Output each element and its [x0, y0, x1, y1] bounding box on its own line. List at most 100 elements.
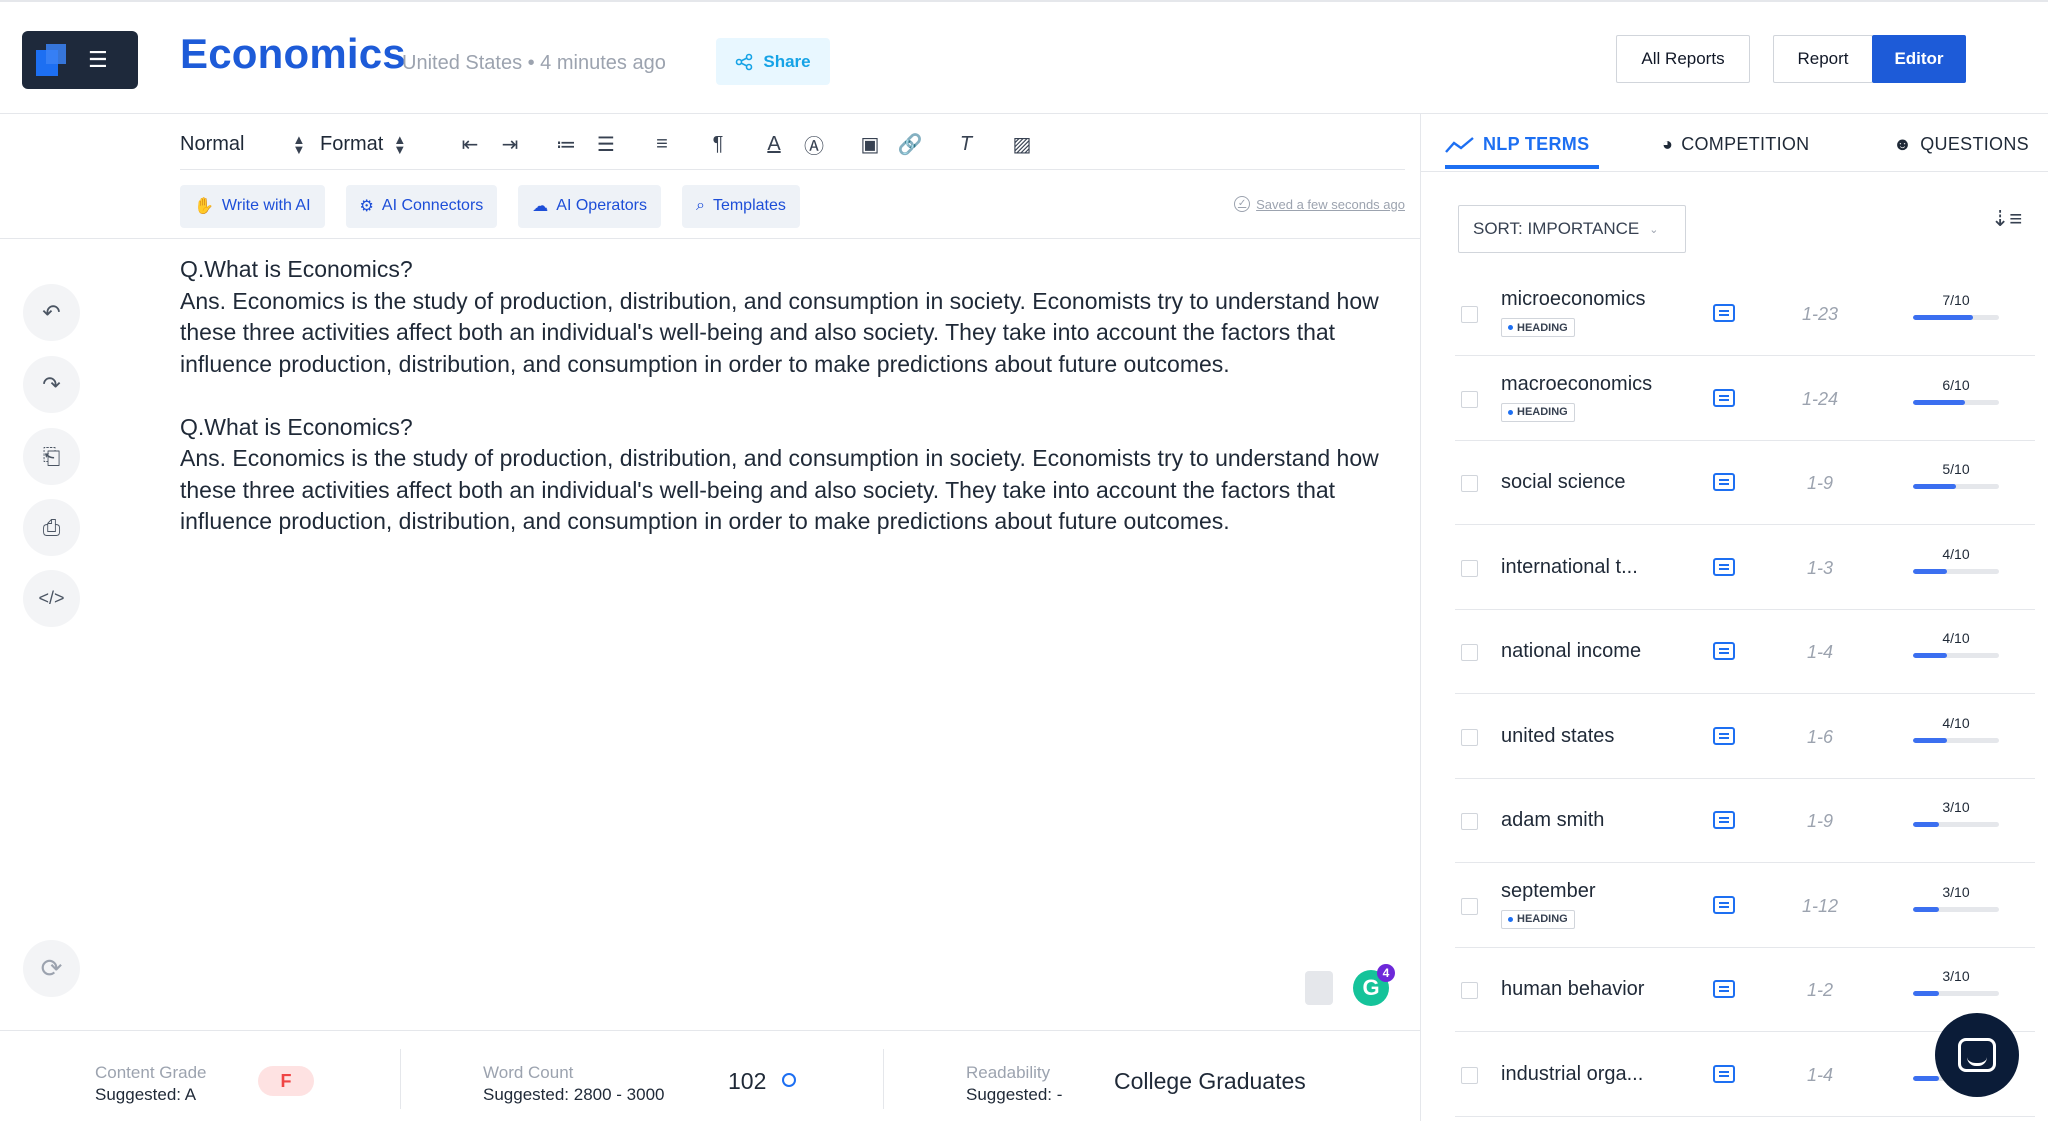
grammarly-icon[interactable]: G 4 — [1353, 964, 1395, 1006]
metrics-bar: Content Grade Suggested: A F Word Count … — [0, 1030, 1420, 1121]
app-logo-menu[interactable]: ☰ — [22, 31, 138, 89]
code-button[interactable]: </> — [23, 570, 80, 627]
comment-icon[interactable] — [1713, 980, 1735, 998]
saved-status[interactable]: ✓ Saved a few seconds ago — [1234, 196, 1405, 212]
readability-suggested: Suggested: - — [966, 1085, 1063, 1104]
term-score: 3/10 — [1942, 883, 1970, 900]
term-checkbox[interactable] — [1461, 644, 1478, 661]
term-checkbox[interactable] — [1461, 475, 1478, 492]
templates-button[interactable]: ⌕ Templates — [681, 184, 800, 228]
term-score-fill — [1913, 484, 1956, 489]
comment-icon[interactable] — [1713, 895, 1735, 914]
term-row[interactable]: united states 1-6 4/10 — [1455, 695, 2035, 779]
redo-button[interactable]: ↷ — [23, 356, 80, 413]
report-button[interactable]: Report — [1773, 35, 1873, 83]
bullet-list-icon[interactable]: ☰ — [586, 132, 626, 157]
video-icon[interactable]: ▣ — [850, 132, 890, 157]
export-button[interactable]: ⎗ — [23, 428, 80, 485]
readability-label: Readability — [966, 1063, 1051, 1082]
term-range: 1-9 — [1806, 473, 1833, 493]
sort-dropdown[interactable]: SORT: IMPORTANCE ⌄ — [1458, 205, 1686, 253]
head-question-icon: ☻ — [1893, 134, 1913, 154]
term-score: 5/10 — [1942, 461, 1970, 477]
term-row[interactable]: adam smith 1-9 3/10 — [1455, 779, 2035, 863]
term-checkbox[interactable] — [1461, 390, 1478, 408]
term-row[interactable]: microeconomics HEADING 1-23 7/10 — [1455, 272, 2035, 356]
refresh-button[interactable]: ⟳ — [23, 940, 80, 997]
term-checkbox[interactable] — [1461, 897, 1478, 915]
comment-icon[interactable] — [1713, 388, 1735, 407]
term-checkbox[interactable] — [1461, 306, 1478, 323]
word-count-value: 102 — [728, 1068, 767, 1094]
content-paragraph: Ans. Economics is the study of productio… — [180, 287, 1379, 377]
term-heading-tag: HEADING — [1501, 402, 1575, 422]
indent-icon[interactable]: ⇥ — [490, 132, 530, 157]
undo-button[interactable]: ↶ — [23, 284, 80, 341]
term-row[interactable]: september HEADING 1-12 3/10 — [1455, 864, 2035, 948]
shirt-icon[interactable] — [1305, 971, 1333, 1005]
comment-icon[interactable] — [1713, 811, 1735, 829]
term-range: 1-2 — [1806, 980, 1833, 1000]
target-icon[interactable] — [782, 1073, 796, 1087]
tab-competition[interactable]: ◕ COMPETITION — [1662, 134, 1810, 155]
ai-connectors-button[interactable]: ⚙ AI Connectors — [345, 184, 498, 228]
readability-value: College Graduates — [1114, 1068, 1306, 1094]
align-left-icon[interactable]: ≡ — [642, 133, 682, 156]
term-score-fill — [1913, 653, 1948, 658]
term-name: september — [1501, 879, 1596, 902]
block-style-select[interactable]: Normal ▲ ▼ — [180, 133, 320, 156]
tab-questions[interactable]: ☻ QUESTIONS — [1893, 134, 2029, 155]
image-icon[interactable]: ▨ — [1002, 132, 1042, 157]
term-row[interactable]: macroeconomics HEADING 1-24 6/10 — [1455, 357, 2035, 441]
link-icon[interactable]: 🔗 — [890, 132, 930, 157]
comment-icon[interactable] — [1713, 1064, 1735, 1083]
paragraph-direction-icon[interactable]: ¶ — [698, 133, 738, 156]
ordered-list-icon[interactable]: ≔ — [546, 132, 586, 157]
term-score: 3/10 — [1942, 968, 1970, 984]
outdent-icon[interactable]: ⇤ — [450, 132, 490, 157]
comment-icon[interactable] — [1713, 557, 1735, 576]
term-score: 4/10 — [1942, 630, 1970, 646]
editor-content[interactable]: Q.What is Economics? Ans. Economics is t… — [180, 254, 1410, 538]
term-name: united states — [1501, 724, 1615, 747]
term-name: macroeconomics — [1501, 372, 1653, 395]
term-range: 1-23 — [1801, 304, 1839, 324]
app-header: ☰ Economics United States • 4 minutes ag… — [0, 0, 2048, 114]
comment-icon[interactable] — [1713, 304, 1735, 322]
highlight-icon[interactable]: Ⓐ — [794, 130, 834, 159]
pdf-button[interactable]: ⎙ — [23, 499, 80, 556]
share-label: Share — [763, 51, 811, 71]
term-name: microeconomics — [1501, 288, 1646, 310]
clear-format-icon[interactable]: T — [946, 133, 986, 156]
editor-button[interactable]: Editor — [1872, 35, 1966, 83]
word-count-label: Word Count — [483, 1063, 574, 1082]
word-count-suggested: Suggested: 2800 - 3000 — [483, 1085, 665, 1104]
content-paragraph: Q.What is Economics? — [180, 413, 413, 440]
comment-icon[interactable] — [1713, 642, 1735, 660]
term-checkbox[interactable] — [1461, 559, 1478, 577]
share-button[interactable]: Share — [716, 38, 830, 85]
term-checkbox[interactable] — [1461, 728, 1478, 746]
sort-order-icon[interactable]: ⇣≡ — [1991, 206, 2022, 232]
term-checkbox[interactable] — [1461, 813, 1478, 830]
comment-icon[interactable] — [1713, 726, 1735, 745]
term-range: 1-3 — [1806, 557, 1833, 578]
ai-operators-button[interactable]: ☁ AI Operators — [518, 184, 661, 228]
text-color-icon[interactable]: A — [754, 133, 794, 156]
dot-icon — [1508, 325, 1513, 330]
all-reports-button[interactable]: All Reports — [1616, 35, 1750, 83]
write-with-ai-button[interactable]: ✋ Write with AI — [180, 184, 325, 228]
term-score-bar — [1913, 991, 1999, 996]
term-checkbox[interactable] — [1461, 1066, 1478, 1084]
term-row[interactable]: human behavior 1-2 3/10 — [1455, 948, 2035, 1032]
term-row[interactable]: national income 1-4 4/10 — [1455, 610, 2035, 694]
chat-launcher[interactable] — [1935, 1013, 2019, 1097]
comment-icon[interactable] — [1713, 473, 1735, 491]
term-checkbox[interactable] — [1461, 982, 1478, 999]
menu-icon[interactable]: ☰ — [88, 49, 108, 71]
tab-nlp-terms[interactable]: NLP TERMS — [1445, 134, 1589, 155]
term-row[interactable]: social science 1-9 5/10 — [1455, 441, 2035, 525]
term-row[interactable]: international t... 1-3 4/10 — [1455, 526, 2035, 610]
format-select[interactable]: Format ▲ ▼ — [320, 133, 450, 156]
logo-icon — [36, 44, 66, 76]
